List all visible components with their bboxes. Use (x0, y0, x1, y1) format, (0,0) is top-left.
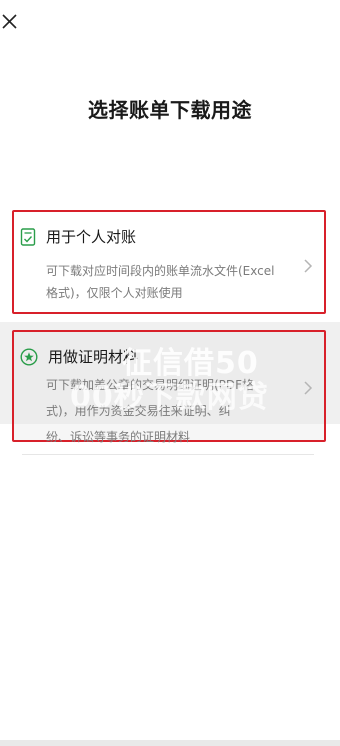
description-line: 式)，用作为资金交易往来证明、纠 (46, 404, 231, 418)
close-icon (2, 14, 17, 29)
option-description: 可下载加盖公章的交易明细证明(PDF格 式)，用作为资金交易往来证明、纠 纷、诉… (46, 372, 298, 450)
option-header: 用做证明材料 (20, 346, 138, 367)
description-line: 纷、诉讼等事务的证明材料 (46, 430, 191, 444)
description-line: 格式)，仅限个人对账使用 (46, 286, 183, 300)
star-badge-icon (20, 347, 38, 366)
option-title: 用于个人对账 (46, 228, 137, 246)
divider (22, 454, 314, 455)
description-line: 可下载对应时间段内的账单流水文件(Excel (46, 264, 275, 278)
close-button[interactable] (0, 10, 22, 32)
bottom-bar (0, 740, 340, 746)
option-description: 可下载对应时间段内的账单流水文件(Excel 格式)，仅限个人对账使用 (46, 260, 298, 304)
chevron-right-icon (304, 381, 313, 395)
page-title: 选择账单下载用途 (88, 98, 252, 122)
document-check-icon (20, 227, 36, 246)
option-header: 用于个人对账 (20, 226, 136, 247)
chevron-right-icon (304, 259, 313, 273)
option-title: 用做证明材料 (48, 348, 139, 366)
option-proof-material[interactable]: 用做证明材料 可下载加盖公章的交易明细证明(PDF格 式)，用作为资金交易往来证… (12, 330, 326, 444)
option-personal-reconciliation[interactable]: 用于个人对账 可下载对应时间段内的账单流水文件(Excel 格式)，仅限个人对账… (12, 210, 326, 314)
description-line: 可下载加盖公章的交易明细证明(PDF格 (46, 378, 255, 392)
